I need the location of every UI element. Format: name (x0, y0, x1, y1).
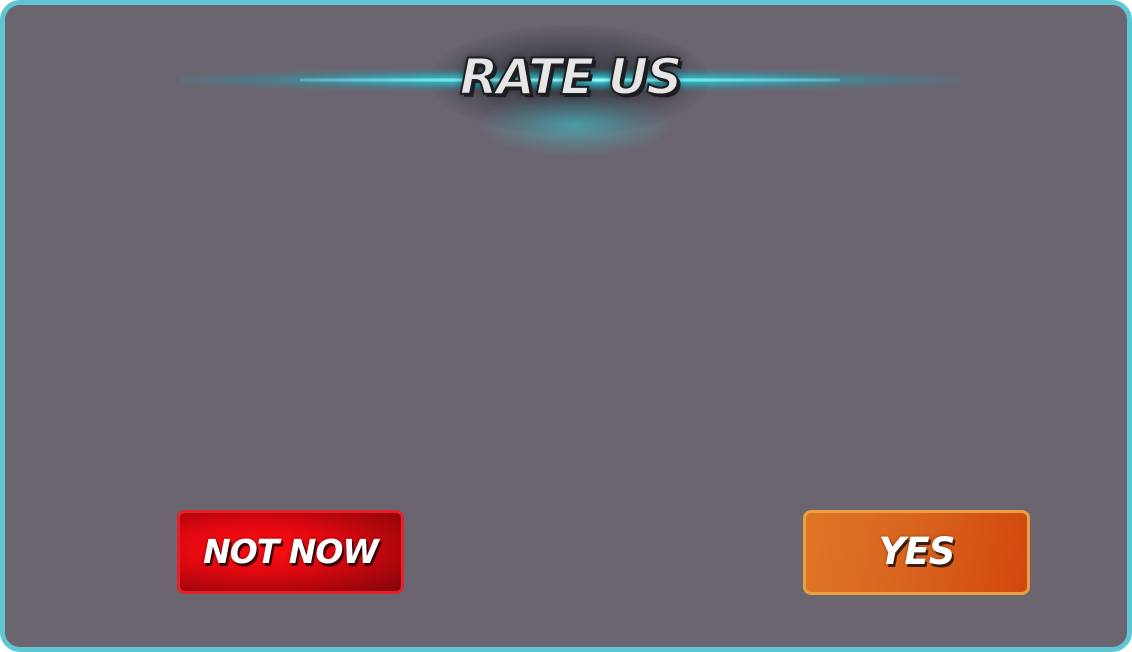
yes-button[interactable]: YES (803, 510, 1030, 595)
dialog-title: RATE US (459, 47, 684, 107)
rate-us-dialog: RATE US NOT NOW YES (0, 0, 1132, 652)
not-now-button[interactable]: NOT NOW (177, 510, 404, 594)
dialog-title-banner: RATE US (180, 25, 960, 155)
